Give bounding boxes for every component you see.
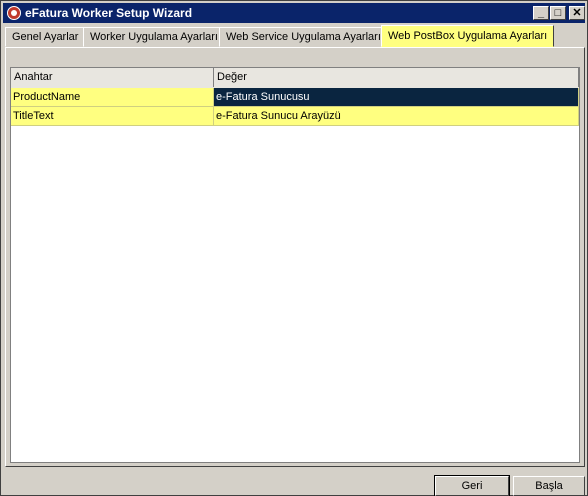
grid-header: Anahtar Değer: [11, 68, 579, 89]
row-key-cell[interactable]: ProductName: [11, 88, 214, 106]
settings-grid[interactable]: Anahtar Değer ProductName e-Fatura Sunuc…: [10, 67, 580, 463]
table-row[interactable]: ProductName e-Fatura Sunucusu: [11, 88, 579, 107]
window-title: eFatura Worker Setup Wizard: [25, 6, 193, 20]
tab-general-settings[interactable]: Genel Ayarlar: [5, 27, 86, 47]
row-value-cell[interactable]: e-Fatura Sunucu Arayüzü: [214, 107, 579, 125]
row-key-cell[interactable]: TitleText: [11, 107, 214, 125]
close-button[interactable]: ✕: [569, 6, 585, 20]
app-icon: [7, 6, 21, 20]
tab-web-postbox-settings[interactable]: Web PostBox Uygulama Ayarları: [381, 25, 555, 47]
tab-panel: Anahtar Değer ProductName e-Fatura Sunuc…: [5, 47, 585, 467]
minimize-button[interactable]: _: [533, 6, 549, 20]
tab-web-service-settings[interactable]: Web Service Uygulama Ayarları: [219, 27, 388, 47]
title-bar[interactable]: eFatura Worker Setup Wizard _ □ ✕: [3, 3, 585, 23]
start-button[interactable]: Başla: [513, 476, 585, 496]
column-header-value[interactable]: Değer: [214, 68, 579, 87]
back-button[interactable]: Geri: [434, 475, 510, 496]
tab-strip: Genel Ayarlar Worker Uygulama Ayarları W…: [5, 25, 585, 47]
row-value-cell[interactable]: e-Fatura Sunucusu: [214, 88, 579, 106]
wizard-window: eFatura Worker Setup Wizard _ □ ✕ Genel …: [0, 0, 588, 496]
table-row[interactable]: TitleText e-Fatura Sunucu Arayüzü: [11, 107, 579, 126]
maximize-button[interactable]: □: [550, 6, 566, 20]
tab-worker-settings[interactable]: Worker Uygulama Ayarları: [83, 27, 225, 47]
column-header-key[interactable]: Anahtar: [11, 68, 214, 87]
